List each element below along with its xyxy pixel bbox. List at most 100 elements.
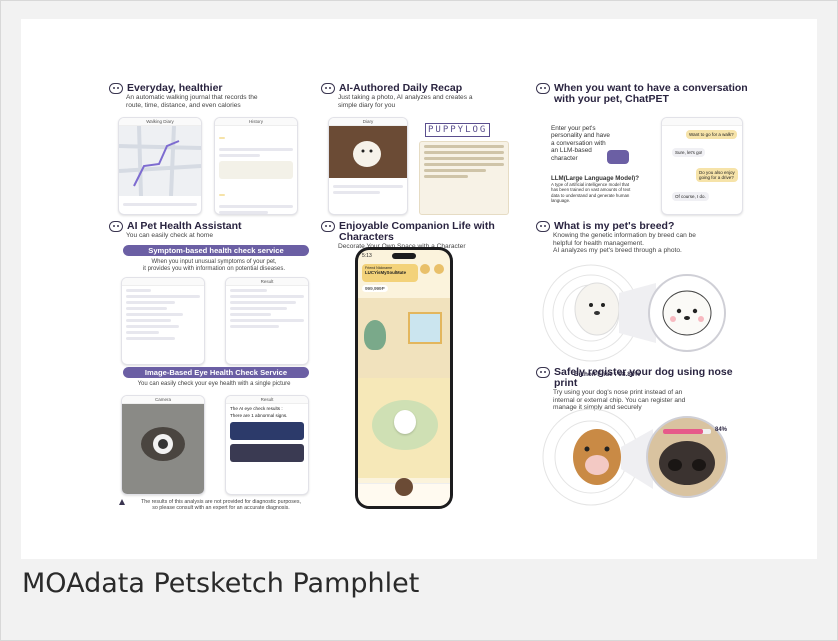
match-percent: 84% — [715, 427, 728, 433]
walking-desc-2: route, time, distance, and even calories — [126, 101, 241, 109]
paw-icon — [109, 221, 123, 232]
breed-desc-2: helpful for health management. — [553, 239, 644, 247]
diary-photo — [329, 126, 407, 178]
menu-icon[interactable] — [420, 264, 430, 274]
history-chip — [219, 137, 225, 139]
paw-icon — [536, 221, 550, 232]
chat-screen: Want to go for a walk? Sure, let's go! D… — [661, 117, 743, 215]
llm-title: LLM(Large Language Model)? — [551, 175, 639, 182]
llm-info: LLM(Large Language Model)? A type of art… — [551, 175, 659, 204]
walking-title: Everyday, healthier — [127, 82, 223, 94]
nose-desc-1: Try using your dog's nose print instead … — [553, 389, 683, 396]
breed-illustration — [542, 264, 726, 362]
symptom-status-bar — [122, 278, 204, 286]
eye-result-line-1: The AI eye check results : — [230, 406, 283, 411]
puppylog-logo: PUPPYLOG — [425, 123, 491, 137]
chat-body-1: Enter your pet's — [551, 125, 596, 132]
symptom-check-label: Symptom-based health check service — [148, 246, 284, 255]
chat-bubble-4: Of course, I do. — [672, 192, 709, 201]
symptom-desc: When you input unusual symptoms of your … — [109, 259, 319, 273]
camera-title: Camera — [122, 396, 204, 404]
nose-print-illustration — [542, 408, 728, 506]
friend-card[interactable]: Friend Nickname LUCYisMySoulMate — [362, 264, 418, 282]
health-sub: You can easily check at home — [126, 232, 213, 239]
disclaimer-2: so please consult with an expert for an … — [152, 505, 290, 511]
home-button[interactable] — [395, 478, 413, 496]
share-icon[interactable] — [434, 264, 444, 274]
recap-section: AI-Authored Daily Recap Just taking a ph… — [321, 83, 526, 109]
paw-icon — [109, 83, 123, 94]
nose-desc-2: internal or external chip. You can regis… — [553, 396, 686, 404]
chat-bubble-3: Do you also enjoy going for a drive? — [696, 168, 738, 182]
paw-icon — [321, 83, 335, 94]
eye-check-label: Image-Based Eye Health Check Service — [144, 368, 288, 377]
dynamic-island — [392, 253, 416, 259]
diary-title: Diary — [329, 118, 407, 126]
camera-screen: Camera — [121, 395, 205, 495]
chat-bubble-icon — [607, 150, 629, 164]
health-title: AI Pet Health Assistant — [127, 220, 242, 232]
chat-body-4: an LLM-based — [551, 147, 592, 155]
window-decoration — [408, 312, 442, 344]
chat-body: Enter your pet's personality and have a … — [551, 125, 646, 162]
chat-body-2: personality and have — [551, 132, 610, 140]
diary-screen: Diary — [328, 117, 408, 215]
paw-icon — [536, 367, 550, 378]
companion-screen: 5:13 Friend Nickname LUCYisMySoulMate 99… — [358, 250, 450, 506]
recap-desc-2: simple diary for you — [338, 101, 396, 109]
disclaimer: The results of this analysis are not pro… — [119, 499, 321, 511]
companion-title: Enjoyable Companion Life with Characters — [339, 220, 495, 243]
walking-diary-title: Walking Diary — [119, 118, 201, 126]
pamphlet-image[interactable]: Everyday, healthier An automatic walking… — [21, 19, 817, 559]
dog-character[interactable] — [394, 410, 416, 434]
health-section: AI Pet Health Assistant You can easily c… — [109, 221, 309, 240]
symptom-desc-2: it provides you with information on pote… — [142, 266, 286, 272]
image-caption: MOAdata Petsketch Pamphlet — [22, 568, 420, 599]
history-title: History — [215, 118, 297, 126]
symptom-check-pill[interactable]: Symptom-based health check service — [123, 245, 309, 256]
eye-result-screen: Result The AI eye check results : There … — [225, 395, 309, 495]
warning-icon — [119, 499, 125, 505]
chat-body-3: a conversation with — [551, 139, 606, 147]
eye-photo — [122, 404, 204, 494]
plant-decoration — [364, 320, 386, 350]
diary-note — [419, 141, 509, 215]
recap-desc-1: Just taking a photo, AI analyzes and cre… — [338, 94, 473, 101]
chat-title-2: with your pet, ChatPET — [554, 93, 669, 105]
chat-bubble-1: Want to go for a walk? — [686, 130, 737, 139]
symptom-desc-1: When you input unusual symptoms of your … — [151, 259, 277, 265]
history-screen: History — [214, 117, 298, 215]
chat-bubble-2: Sure, let's go! — [672, 148, 706, 157]
symptom-result-screen: Result — [225, 277, 309, 365]
eye-check-pill[interactable]: Image-Based Eye Health Check Service — [123, 367, 309, 378]
coin-balance: 999,999P — [362, 285, 388, 292]
match-progress-fill — [663, 429, 703, 434]
nose-title: Safely register your dog using nose prin… — [554, 366, 733, 389]
breed-desc-3: AI analyzes my pet's breed through a pho… — [553, 247, 682, 255]
eye-desc: You can easily check your eye health wit… — [137, 381, 291, 387]
chat-section: When you want to have a conversation with… — [536, 83, 751, 105]
history-chip-2 — [219, 194, 225, 196]
chat-status-bar — [662, 118, 742, 126]
eye-result-title: Result — [226, 396, 308, 404]
recap-title: AI-Authored Daily Recap — [339, 82, 463, 94]
llm-desc-4: language. — [551, 198, 571, 204]
companion-time: 5:13 — [362, 253, 372, 259]
paw-icon — [536, 83, 550, 94]
paw-icon — [321, 221, 335, 232]
walking-diary-screen: Walking Diary — [118, 117, 202, 215]
breed-section: What is my pet's breed? Knowing the gene… — [536, 221, 751, 255]
breed-desc-1: Knowing the genetic information by breed… — [553, 232, 696, 239]
symptom-input-screen — [121, 277, 205, 365]
chat-body-5: character — [551, 154, 578, 162]
breed-title: What is my pet's breed? — [554, 220, 675, 232]
content-card: Everyday, healthier An automatic walking… — [0, 0, 838, 641]
nose-section: Safely register your dog using nose prin… — [536, 367, 751, 412]
symptom-result-title: Result — [226, 278, 308, 286]
walking-section: Everyday, healthier An automatic walking… — [109, 83, 309, 109]
friend-name: LUCYisMySoulMate — [365, 270, 407, 275]
bottom-nav — [358, 478, 450, 506]
walking-desc-1: An automatic walking journal that record… — [126, 94, 258, 101]
companion-phone: 5:13 Friend Nickname LUCYisMySoulMate 99… — [355, 247, 453, 509]
eye-result-line-2: There are 1 abnormal signs. — [230, 413, 288, 418]
